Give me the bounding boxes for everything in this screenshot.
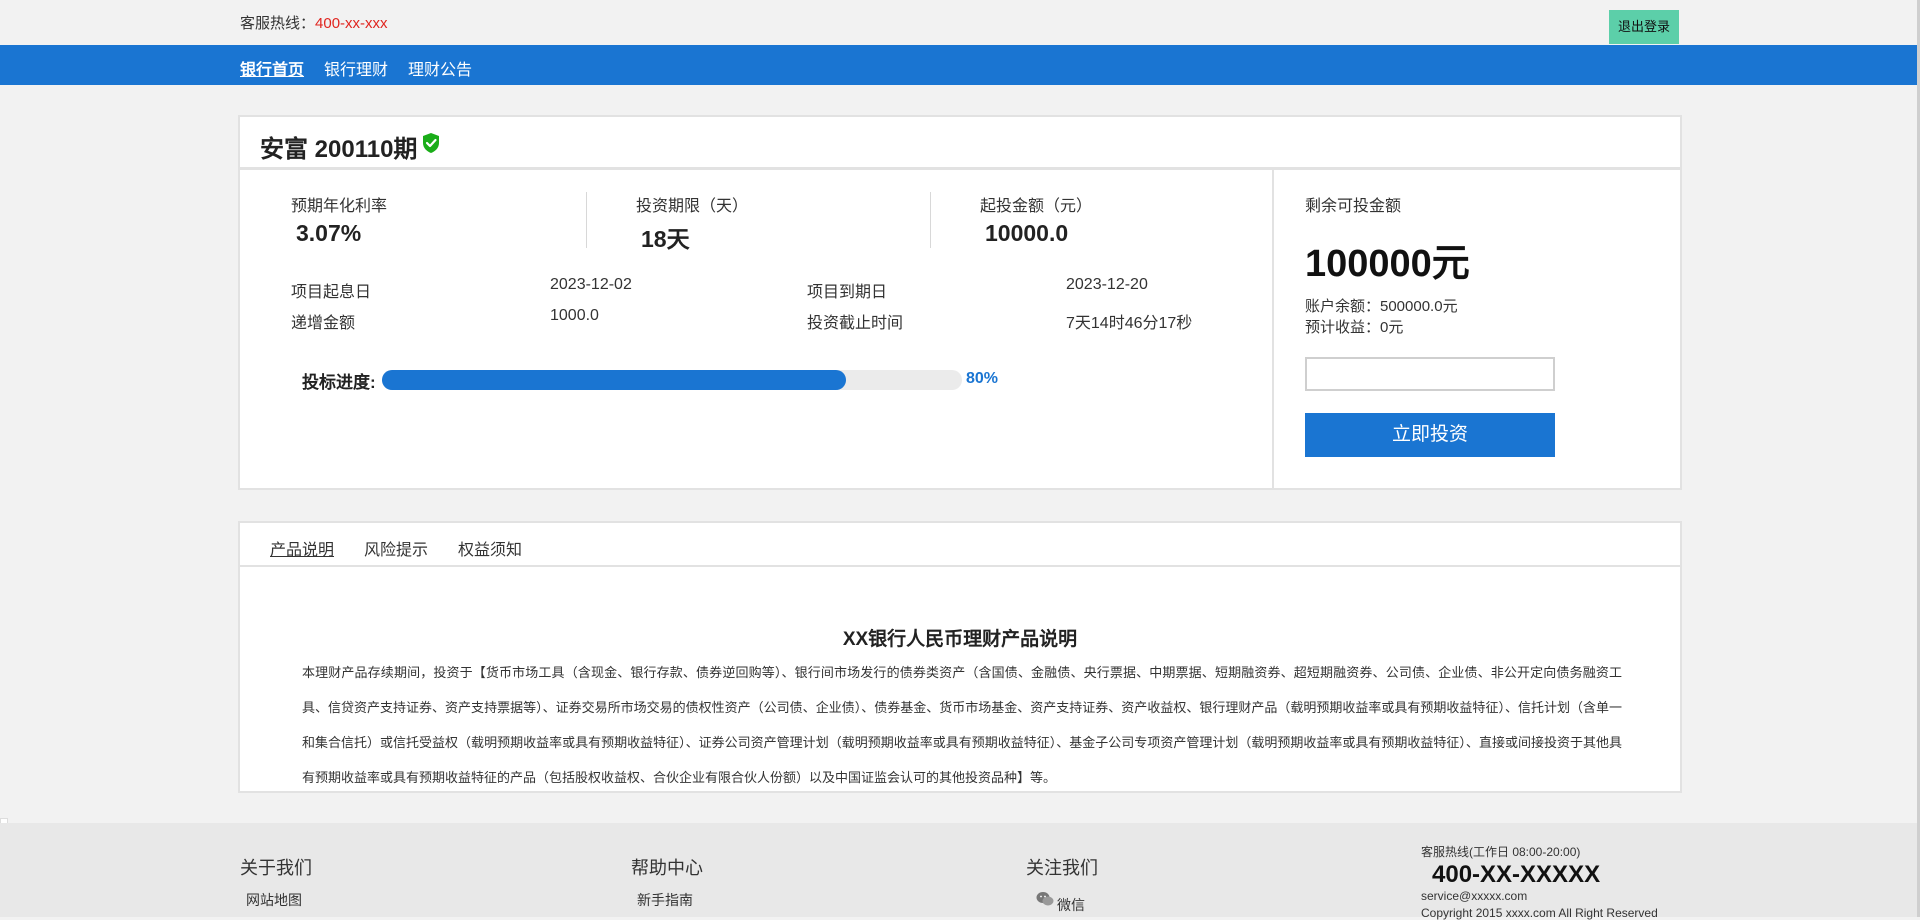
stat-label: 投资期限（天） [636,198,749,215]
tab-product-description[interactable]: 产品说明 [270,536,334,560]
top-bar: 客服热线：400-xx-xxx 退出登录 [0,0,1920,45]
stat-min-amount: 起投金额（元） 10000.0 [980,192,1092,247]
description-panel: XX银行人民币理财产品说明 本理财产品存续期间，投资于【货币市场工具（含现金、银… [238,565,1682,793]
invest-card: 剩余可投金额 100000元 账户余额：500000.0元 预计收益：0元 立即… [1272,168,1682,490]
wechat-icon [1036,892,1054,906]
tab-rights-notice[interactable]: 权益须知 [458,536,522,560]
footer-beginner-guide-link[interactable]: 新手指南 [637,890,693,910]
nav-item-bank-finance[interactable]: 银行理财 [324,56,388,80]
hotline-number: 400-xx-xxx [315,15,388,32]
footer-email: service@xxxxx.com [1421,889,1528,903]
tab-bar: 产品说明 风险提示 权益须知 [238,521,1682,567]
start-date-label: 项目起息日 [291,284,372,301]
nav-item-finance-notice[interactable]: 理财公告 [408,56,472,80]
stat-value: 3.07% [296,220,362,246]
stat-value: 10000.0 [985,220,1069,246]
footer-sitemap-link[interactable]: 网站地图 [246,890,302,910]
footer-copyright: Copyright 2015 xxxx.com All Right Reserv… [1421,906,1658,920]
stat-label: 起投金额（元） [980,198,1093,215]
increment-value: 1000.0 [550,307,599,324]
stat-annual-rate: 预期年化利率 3.07% [291,192,387,247]
invest-now-button[interactable]: 立即投资 [1305,413,1555,457]
progress-bar [382,370,962,390]
tab-risk-notice[interactable]: 风险提示 [364,536,428,560]
stat-value: 18天 [641,226,690,252]
stat-label: 预期年化利率 [291,198,388,215]
increment-label: 递增金额 [291,315,356,332]
description-body: 本理财产品存续期间，投资于【货币市场工具（含现金、银行存款、债券逆回购等）、银行… [302,665,1622,785]
divider [586,192,587,248]
footer-about-title: 关于我们 [240,858,312,878]
progress-label: 投标进度: [302,373,376,392]
progress-percent: 80% [966,370,999,387]
invest-amount-input[interactable] [1305,357,1555,391]
end-date-value: 2023-12-20 [1066,276,1148,293]
start-date-value: 2023-12-02 [550,276,632,293]
expected-income: 预计收益：0元 [1305,319,1404,336]
footer-hotline-number: 400-XX-XXXXX [1432,861,1601,888]
account-balance: 账户余额：500000.0元 [1305,298,1458,315]
logout-button[interactable]: 退出登录 [1609,10,1679,44]
product-title: 安富 200110期 [260,136,418,163]
footer: 关于我们 网站地图 帮助中心 新手指南 关注我们 微信 客服热线(工作日 08:… [0,823,1920,920]
remaining-amount: 100000元 [1305,243,1470,285]
product-title-card: 安富 200110期 [238,115,1682,169]
product-info-card: 预期年化利率 3.07% 投资期限（天） 18天 起投金额（元） 10000.0… [238,168,1274,490]
footer-hotline-hours: 客服热线(工作日 08:00-20:00) [1421,845,1581,859]
description-title: XX银行人民币理财产品说明 [842,629,1078,650]
end-date-label: 项目到期日 [807,284,888,301]
divider [930,192,931,248]
footer-help-title: 帮助中心 [631,858,703,878]
footer-wechat-link[interactable]: 微信 [1057,895,1085,915]
main-nav: 银行首页 银行理财 理财公告 [0,45,1920,85]
remaining-label: 剩余可投金额 [1305,198,1402,215]
hotline-label: 客服热线： [240,15,316,32]
deadline-value: 7天14时46分17秒 [1066,315,1193,332]
deadline-label: 投资截止时间 [807,315,904,332]
footer-follow-title: 关注我们 [1026,858,1098,878]
progress-fill [382,370,846,390]
stat-term-days: 投资期限（天） 18天 [636,192,748,254]
hotline: 客服热线：400-xx-xxx [240,12,388,33]
verified-shield-icon [423,133,439,153]
nav-item-bank-home[interactable]: 银行首页 [240,56,304,80]
